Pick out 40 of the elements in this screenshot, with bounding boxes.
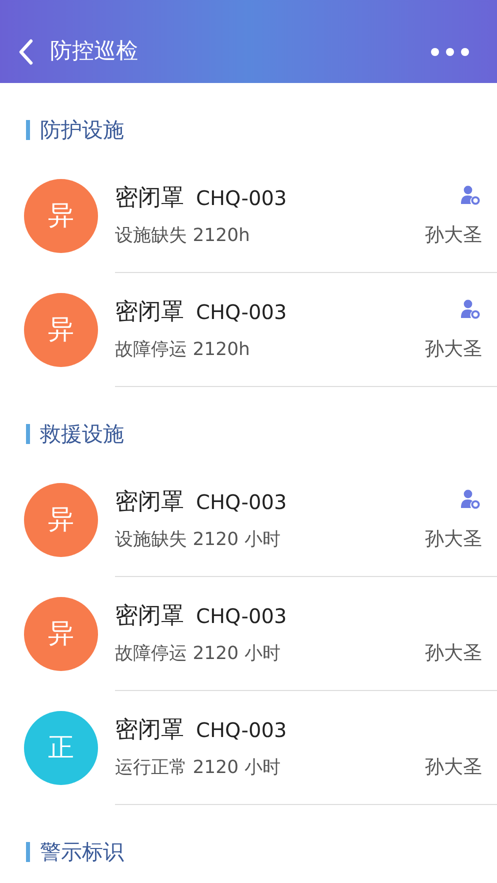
person-name: 孙大圣 [425,337,482,362]
list-item[interactable]: 正 密闭罩 CHQ-003 运行正常 2120 小时 孙大圣 [0,691,497,805]
section-title: 警示标识 [40,839,124,866]
person-name: 孙大圣 [425,527,482,552]
status-badge: 正 [24,711,98,785]
list-item[interactable]: 异 密闭罩 CHQ-003 故障停运 2120h 孙大圣 [0,273,497,387]
status-badge: 异 [24,293,98,367]
item-code: CHQ-003 [196,717,287,744]
status-badge: 异 [24,597,98,671]
list-item[interactable]: 异 密闭罩 CHQ-003 设施缺失 2120 小时 孙大圣 [0,463,497,577]
item-status: 设施缺失 2120 小时 [115,528,280,552]
item-code: CHQ-003 [196,299,287,326]
section-title: 救援设施 [40,421,124,448]
person-name: 孙大圣 [425,641,482,666]
person-gear-icon[interactable] [460,299,480,320]
page-title: 防控巡检 [50,38,138,66]
item-status: 故障停运 2120 小时 [115,642,280,666]
status-badge: 异 [24,179,98,253]
item-status: 设施缺失 2120h [115,224,250,248]
item-status: 运行正常 2120 小时 [115,756,280,780]
list-item[interactable]: 异 密闭罩 CHQ-003 故障停运 2120 小时 孙大圣 [0,577,497,691]
list-item[interactable]: 异 密闭罩 CHQ-003 设施缺失 2120h 孙大圣 [0,159,497,273]
section-marker [26,120,30,140]
item-code: CHQ-003 [196,489,287,516]
person-gear-icon[interactable] [460,185,480,206]
section-title: 防护设施 [40,117,124,144]
item-name: 密闭罩 [115,298,184,327]
item-name: 密闭罩 [115,488,184,517]
item-name: 密闭罩 [115,602,184,631]
person-gear-icon[interactable] [460,489,480,510]
item-code: CHQ-003 [196,185,287,212]
item-status: 故障停运 2120h [115,338,250,362]
status-badge: 异 [24,483,98,557]
item-name: 密闭罩 [115,184,184,213]
item-name: 密闭罩 [115,716,184,745]
person-name: 孙大圣 [425,223,482,248]
section-marker [26,424,30,444]
item-code: CHQ-003 [196,603,287,630]
person-name: 孙大圣 [425,755,482,780]
section-marker [26,842,30,862]
